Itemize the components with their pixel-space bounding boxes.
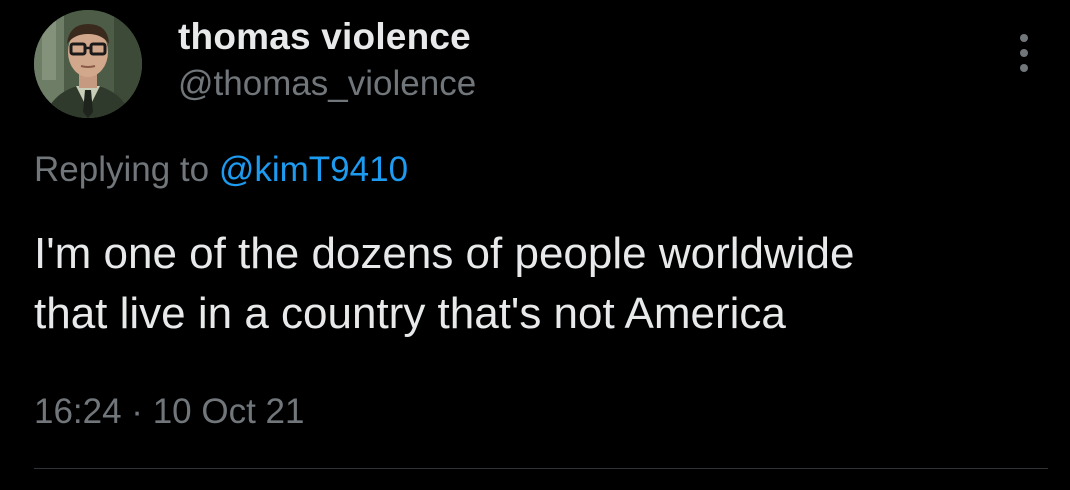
- author-handle[interactable]: @thomas_violence: [178, 64, 476, 104]
- tweet-timestamp[interactable]: 16:24 · 10 Oct 21: [34, 392, 304, 432]
- author-display-name[interactable]: thomas violence: [178, 16, 471, 58]
- more-vertical-icon: [1020, 64, 1028, 72]
- profile-photo-icon: [34, 10, 142, 118]
- tweet: thomas violence @thomas_violence Replyin…: [0, 0, 1070, 490]
- avatar[interactable]: [34, 10, 142, 118]
- replying-to-label: Replying to: [34, 150, 210, 189]
- reply-mention-link[interactable]: @kimT9410: [219, 150, 408, 189]
- tweet-text-line: that live in a country that's not Americ…: [34, 289, 786, 338]
- replying-to: Replying to @kimT9410: [34, 150, 408, 190]
- more-vertical-icon: [1020, 34, 1028, 42]
- divider: [34, 468, 1048, 469]
- more-vertical-icon: [1020, 49, 1028, 57]
- tweet-text: I'm one of the dozens of people worldwid…: [34, 224, 1034, 344]
- more-options-button[interactable]: [1006, 30, 1042, 76]
- tweet-text-line: I'm one of the dozens of people worldwid…: [34, 229, 855, 278]
